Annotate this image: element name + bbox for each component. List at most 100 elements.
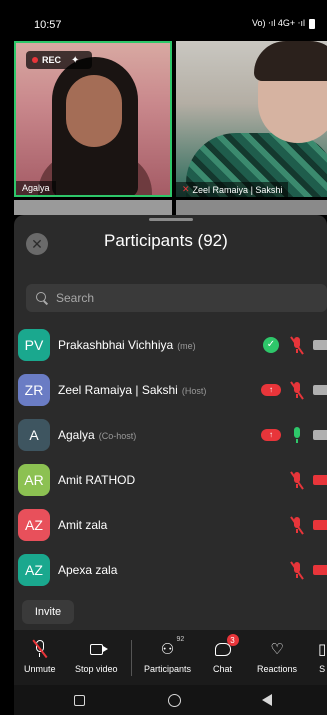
recording-badge: REC ✦	[26, 51, 92, 69]
video-tile-partial[interactable]	[14, 200, 172, 215]
camera-icon[interactable]	[313, 339, 327, 350]
toolbar-divider	[131, 640, 132, 676]
participants-title: Participants (92)	[104, 231, 228, 250]
mic-off-icon	[32, 639, 47, 659]
participant-name: Amit zala	[58, 517, 108, 532]
participant-name: Prakashbhai Vichhiya	[58, 337, 174, 352]
video-tile-name-text: Agalya	[22, 183, 50, 193]
participant-status-icons: ↑	[261, 426, 327, 444]
participant-row[interactable]: AZ Apexa zala	[14, 547, 327, 592]
cloud-recording-icon: ↑	[261, 383, 281, 396]
avatar: A	[18, 418, 50, 451]
record-dot-icon	[32, 57, 38, 63]
video-camera-icon	[89, 643, 108, 655]
camera-off-icon[interactable]	[313, 519, 327, 530]
participant-name: Agalya	[58, 427, 95, 442]
camera-off-icon[interactable]	[313, 474, 327, 485]
participant-video-hair	[254, 41, 327, 81]
mic-muted-icon[interactable]	[290, 335, 304, 355]
avatar: AZ	[18, 553, 50, 586]
mic-muted-icon[interactable]	[290, 560, 304, 580]
drag-handle[interactable]	[149, 218, 193, 221]
status-time: 10:57	[34, 19, 62, 31]
participant-name: Apexa zala	[58, 562, 118, 577]
participants-icon: ⚇	[160, 640, 175, 658]
video-tile-name: Agalya	[16, 181, 56, 195]
participant-status-icons	[290, 470, 327, 490]
avatar: ZR	[18, 373, 50, 406]
camera-icon[interactable]	[313, 429, 327, 440]
video-tile-name: ✕ Zeel Ramaiya | Sakshi	[176, 182, 289, 197]
recording-label: REC	[42, 55, 62, 65]
participants-sheet: ✕ Participants (92) PV Prakashbhai Vichhi…	[14, 215, 327, 630]
participant-status-icons	[290, 515, 327, 535]
mic-muted-icon[interactable]	[290, 515, 304, 535]
video-grid: REC ✦ Agalya ✕ Zeel Ramaiya | Sakshi	[0, 40, 327, 215]
stop-video-label: Stop video	[75, 664, 118, 674]
system-nav-bar	[14, 685, 327, 715]
participants-label: Participants	[144, 664, 192, 674]
participant-status-icons: ✓	[263, 335, 327, 355]
video-tile-partial[interactable]	[176, 200, 327, 215]
participant-name-block: Apexa zala	[58, 563, 117, 577]
mic-muted-icon: ✕	[182, 184, 190, 194]
close-button[interactable]: ✕	[26, 233, 48, 255]
sparkle-icon: ✦	[71, 54, 80, 66]
reactions-button[interactable]: ♡ Reactions	[257, 638, 298, 675]
participant-name-block: Agalya (Co-host)	[58, 428, 136, 442]
battery-icon	[309, 18, 315, 29]
recents-icon[interactable]	[74, 695, 85, 706]
participants-count: 92	[176, 636, 185, 643]
participant-row[interactable]: PV Prakashbhai Vichhiya (me) ✓	[14, 322, 327, 367]
participant-role: (Host)	[181, 385, 207, 396]
participant-role: (me)	[177, 340, 196, 351]
search-input[interactable]	[56, 291, 276, 305]
avatar: AZ	[18, 508, 50, 541]
participant-row[interactable]: ZR Zeel Ramaiya | Sakshi (Host) ↑	[14, 367, 327, 412]
participant-name-block: Amit zala	[58, 518, 107, 532]
reactions-label: Reactions	[257, 664, 298, 674]
heart-icon: ♡	[270, 640, 284, 658]
back-icon[interactable]	[262, 694, 272, 706]
meeting-toolbar: Unmute Stop video ⚇ 92 Participants 3 Ch…	[14, 630, 327, 685]
avatar: AR	[18, 463, 50, 496]
close-icon: ✕	[31, 235, 43, 252]
unmute-label: Unmute	[24, 664, 56, 674]
chat-button[interactable]: 3 Chat	[213, 634, 239, 674]
participant-row[interactable]: AR Amit RATHOD	[14, 457, 327, 502]
camera-icon[interactable]	[313, 384, 327, 395]
more-button[interactable]: ▯ S	[318, 638, 327, 675]
mic-on-icon[interactable]	[291, 426, 303, 444]
avatar: PV	[18, 328, 50, 361]
status-bar: 10:57 Vo) ⋅ıl 4G+ ⋅ıl	[0, 0, 327, 40]
stop-video-button[interactable]: Stop video	[75, 638, 118, 674]
mic-muted-icon[interactable]	[290, 380, 304, 400]
video-tile-agalya[interactable]: REC ✦ Agalya	[14, 41, 172, 197]
camera-off-icon[interactable]	[313, 564, 327, 575]
participant-name: Amit RATHOD	[58, 472, 136, 487]
chat-unread-badge: 3	[226, 634, 239, 646]
participant-name-block: Prakashbhai Vichhiya (me)	[58, 338, 196, 352]
participant-list: PV Prakashbhai Vichhiya (me) ✓ ZR Zeel Ramaiy…	[14, 322, 327, 592]
invite-button[interactable]: Invite	[22, 600, 74, 624]
more-label: S	[319, 664, 326, 674]
participants-button[interactable]: ⚇ 92 Participants	[144, 636, 192, 674]
participant-role: (Co-host)	[98, 430, 137, 441]
mic-muted-icon[interactable]	[290, 470, 304, 490]
participant-row[interactable]: A Agalya (Co-host) ↑	[14, 412, 327, 457]
unmute-button[interactable]: Unmute	[24, 638, 56, 674]
participant-status-icons: ↑	[261, 380, 327, 400]
search-box[interactable]	[26, 284, 327, 312]
participant-name-block: Zeel Ramaiya | Sakshi (Host)	[58, 383, 206, 397]
video-tile-zeel[interactable]: ✕ Zeel Ramaiya | Sakshi	[176, 41, 327, 197]
search-icon	[36, 292, 48, 304]
verified-check-icon: ✓	[263, 336, 279, 353]
participant-status-icons	[290, 560, 327, 580]
home-icon[interactable]	[168, 694, 181, 707]
participant-row[interactable]: AZ Amit zala	[14, 502, 327, 547]
chat-label: Chat	[213, 664, 233, 674]
cloud-recording-icon: ↑	[261, 428, 281, 441]
video-tile-name-text: Zeel Ramaiya | Sakshi	[192, 184, 283, 195]
more-icon: ▯	[318, 640, 327, 658]
signal-indicators: Vo) ⋅ıl 4G+ ⋅ıl	[252, 18, 305, 28]
